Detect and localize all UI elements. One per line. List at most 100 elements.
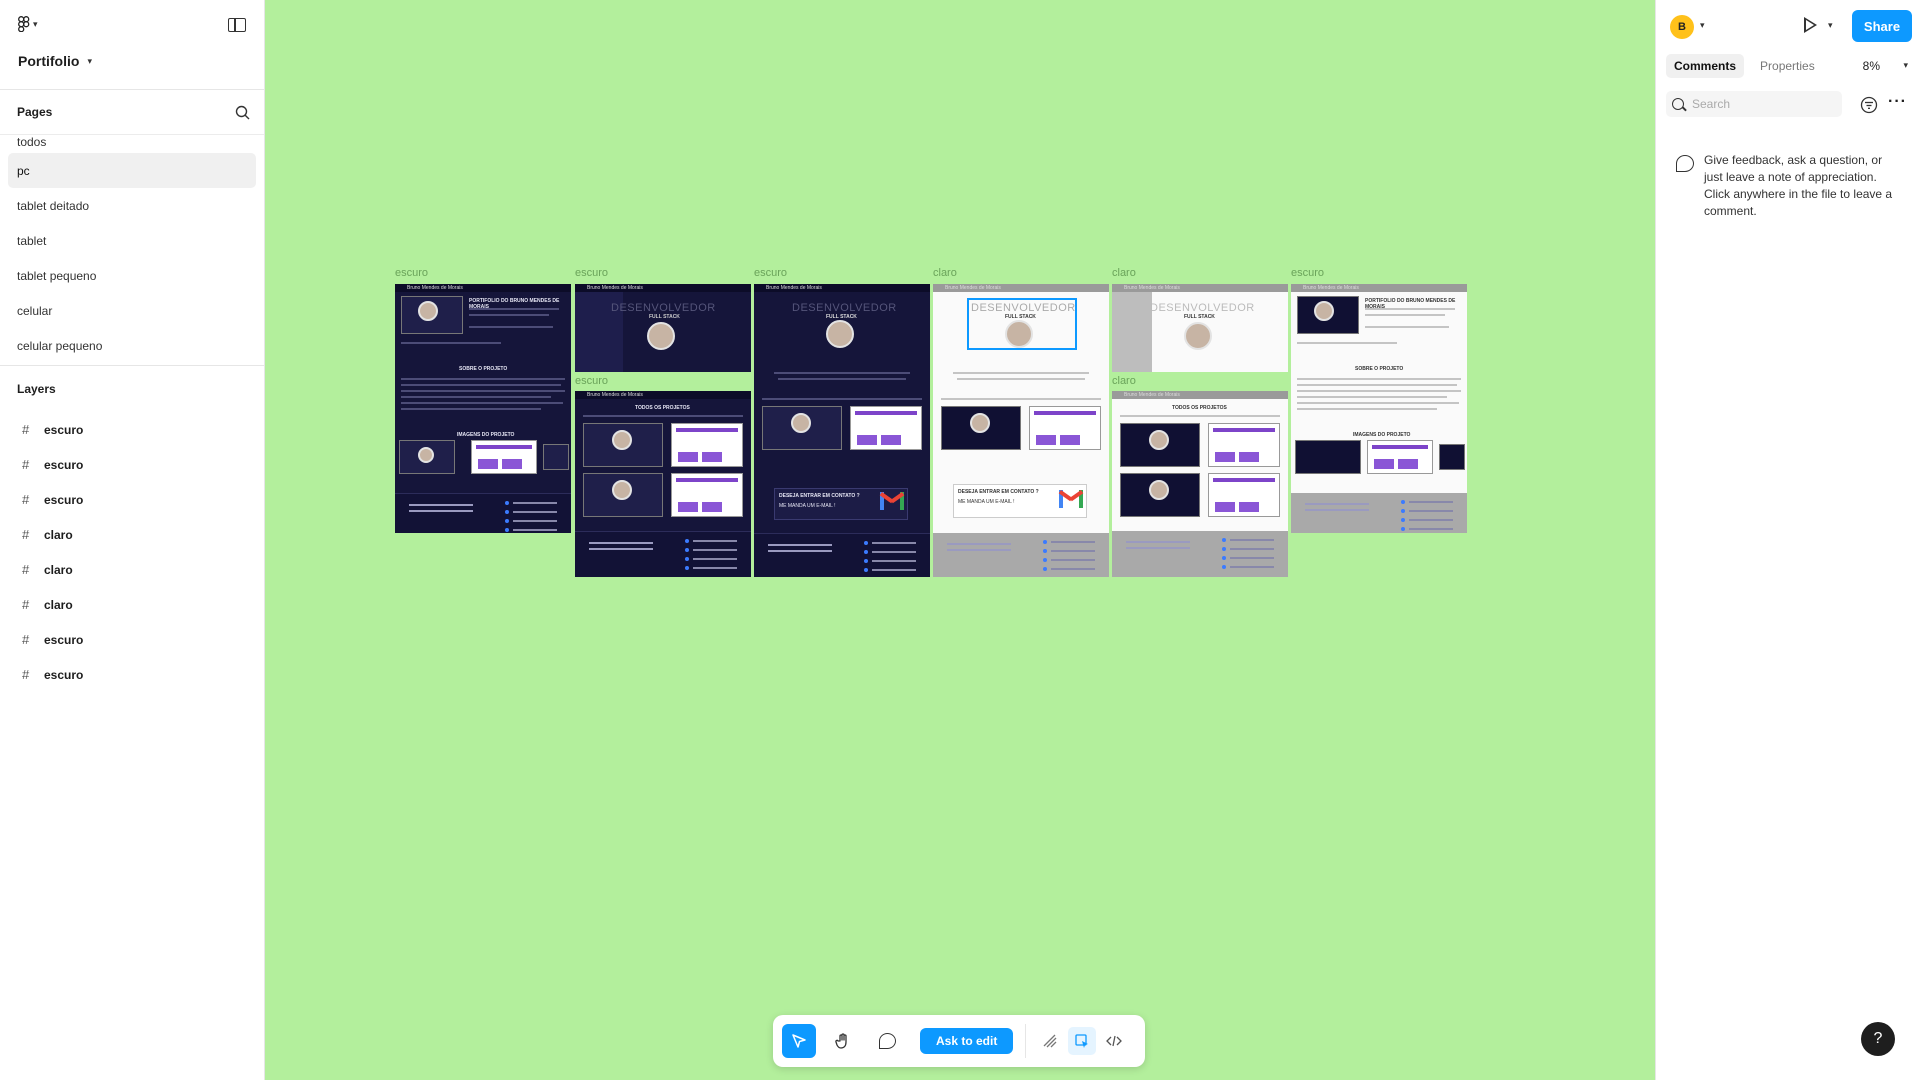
site-nav-bar: Bruno Mendes de Morais <box>575 284 751 292</box>
frame-escuro-todos-projetos[interactable]: Bruno Mendes de Morais TODOS OS PROJETOS <box>575 391 751 577</box>
page-item-tablet-pequeno[interactable]: tablet pequeno <box>8 258 256 293</box>
frame-claro-home[interactable]: Bruno Mendes de Morais DESENVOLVEDOR FUL… <box>933 284 1109 577</box>
project-screenshot <box>1297 296 1359 334</box>
frame-claro-projeto[interactable]: Bruno Mendes de Morais PORTIFOLIO DO BRU… <box>1291 284 1467 533</box>
chevron-down-icon[interactable]: ▾ <box>1700 20 1705 31</box>
frame-escuro-projeto[interactable]: Bruno Mendes de Morais PORTIFOLIO DO BRU… <box>395 284 571 533</box>
chevron-down-icon[interactable]: ▾ <box>1828 20 1833 31</box>
page-item-celular[interactable]: celular <box>8 293 256 328</box>
footer-text <box>947 543 1011 557</box>
layer-list: # escuro # escuro # escuro # claro # claro # c… <box>0 412 264 692</box>
bottom-toolbar: Ask to edit <box>773 1015 1145 1067</box>
ask-to-edit-button[interactable]: Ask to edit <box>920 1028 1014 1054</box>
project-card <box>1029 406 1101 450</box>
profile-photo <box>1149 430 1169 450</box>
layer-item[interactable]: # escuro <box>0 482 264 517</box>
share-button[interactable]: Share <box>1852 10 1912 42</box>
cursor-icon <box>792 1034 806 1048</box>
frame-icon: # <box>22 562 30 577</box>
profile-photo <box>612 430 632 450</box>
annotate-tool-button[interactable] <box>1036 1027 1064 1055</box>
move-tool-button[interactable] <box>782 1024 816 1058</box>
frame-icon: # <box>22 527 30 542</box>
hand-tool-button[interactable] <box>826 1024 860 1058</box>
layer-item[interactable]: # escuro <box>0 622 264 657</box>
text-line <box>1297 384 1457 386</box>
layer-item[interactable]: # escuro <box>0 657 264 692</box>
search-icon <box>1672 98 1684 110</box>
main-menu-button[interactable]: ▾ <box>18 16 38 32</box>
code-view-button[interactable] <box>1100 1027 1128 1055</box>
page-item-tablet[interactable]: tablet <box>8 223 256 258</box>
tab-properties[interactable]: Properties <box>1752 54 1823 78</box>
site-nav-bar: Bruno Mendes de Morais <box>933 284 1109 292</box>
comment-tool-button[interactable] <box>870 1024 904 1058</box>
sidebar-toggle-icon[interactable] <box>228 18 246 32</box>
page-item-pc[interactable]: pc <box>8 153 256 188</box>
filter-icon[interactable] <box>1860 96 1878 114</box>
projects-title: TODOS OS PROJETOS <box>635 405 690 411</box>
hand-icon <box>835 1033 847 1049</box>
frame-label[interactable]: escuro <box>395 267 428 279</box>
text-line <box>1297 378 1461 380</box>
layer-item[interactable]: # claro <box>0 552 264 587</box>
site-name: Bruno Mendes de Morais <box>587 392 643 398</box>
frame-claro-todos-projetos[interactable]: Bruno Mendes de Morais TODOS OS PROJETOS <box>1112 391 1288 577</box>
canvas[interactable]: escuro escuro escuro claro claro escuro … <box>265 0 1655 1080</box>
gmail-icon <box>1059 490 1083 508</box>
text-line <box>778 378 906 380</box>
frame-escuro-home[interactable]: Bruno Mendes de Morais DESENVOLVEDOR FUL… <box>754 284 930 577</box>
tab-comments[interactable]: Comments <box>1666 54 1745 78</box>
project-card <box>1208 423 1280 467</box>
project-card <box>941 406 1021 450</box>
search-bar <box>583 415 743 417</box>
page-label: tablet pequeno <box>17 268 97 283</box>
present-play-icon[interactable] <box>1804 17 1817 33</box>
layer-label: escuro <box>44 492 84 507</box>
dev-mode-inspect-button[interactable] <box>1068 1027 1097 1055</box>
frame-label[interactable]: escuro <box>575 267 608 279</box>
footer-text <box>768 544 832 558</box>
layer-item[interactable]: # claro <box>0 587 264 622</box>
text-line <box>469 308 559 310</box>
frame-label[interactable]: claro <box>1112 267 1136 279</box>
frame-label[interactable]: escuro <box>1291 267 1324 279</box>
frame-claro-hero-curto[interactable]: Bruno Mendes de Morais DESENVOLVEDOR FUL… <box>1112 284 1288 372</box>
site-name: Bruno Mendes de Morais <box>587 285 643 291</box>
frame-escuro-hero-curto[interactable]: Bruno Mendes de Morais DESENVOLVEDOR FUL… <box>575 284 751 372</box>
frame-label[interactable]: escuro <box>754 267 787 279</box>
frame-label[interactable]: claro <box>933 267 957 279</box>
page-item-tablet-deitado[interactable]: tablet deitado <box>8 188 256 223</box>
project-screenshot <box>1439 444 1465 470</box>
help-button[interactable]: ? <box>1861 1022 1895 1056</box>
comment-icon <box>878 1033 896 1049</box>
hero-title: DESENVOLVEDOR <box>1150 302 1255 314</box>
comments-search-input[interactable] <box>1666 91 1842 117</box>
site-name: Bruno Mendes de Morais <box>407 285 463 291</box>
text-line <box>401 408 541 410</box>
text-line <box>401 396 551 398</box>
file-name-menu[interactable]: Portifolio ▾ <box>18 53 92 69</box>
footer-links <box>505 500 557 533</box>
profile-photo <box>970 413 990 433</box>
page-item-celular-pequeno[interactable]: celular pequeno <box>8 328 256 363</box>
search-icon[interactable] <box>235 105 250 120</box>
zoom-level[interactable]: 8% <box>1863 59 1880 73</box>
more-options-icon[interactable]: ··· <box>1888 93 1907 111</box>
text-line <box>1297 390 1461 392</box>
text-line <box>774 372 910 374</box>
text-line <box>401 402 563 404</box>
layer-item[interactable]: # claro <box>0 517 264 552</box>
site-nav-bar: Bruno Mendes de Morais <box>395 284 571 292</box>
avatar[interactable]: B <box>1670 15 1694 39</box>
projects-title: TODOS OS PROJETOS <box>1172 405 1227 411</box>
page-item-todos[interactable]: todos <box>8 135 256 153</box>
layer-item[interactable]: # escuro <box>0 447 264 482</box>
frame-label[interactable]: claro <box>1112 375 1136 387</box>
frame-label[interactable]: escuro <box>575 375 608 387</box>
chevron-down-icon[interactable]: ▾ <box>1903 60 1908 71</box>
panel-tabs: Comments Properties 8% ▾ <box>1656 52 1920 80</box>
text-line <box>1297 408 1437 410</box>
page-label: tablet <box>17 233 47 248</box>
layer-item[interactable]: # escuro <box>0 412 264 447</box>
